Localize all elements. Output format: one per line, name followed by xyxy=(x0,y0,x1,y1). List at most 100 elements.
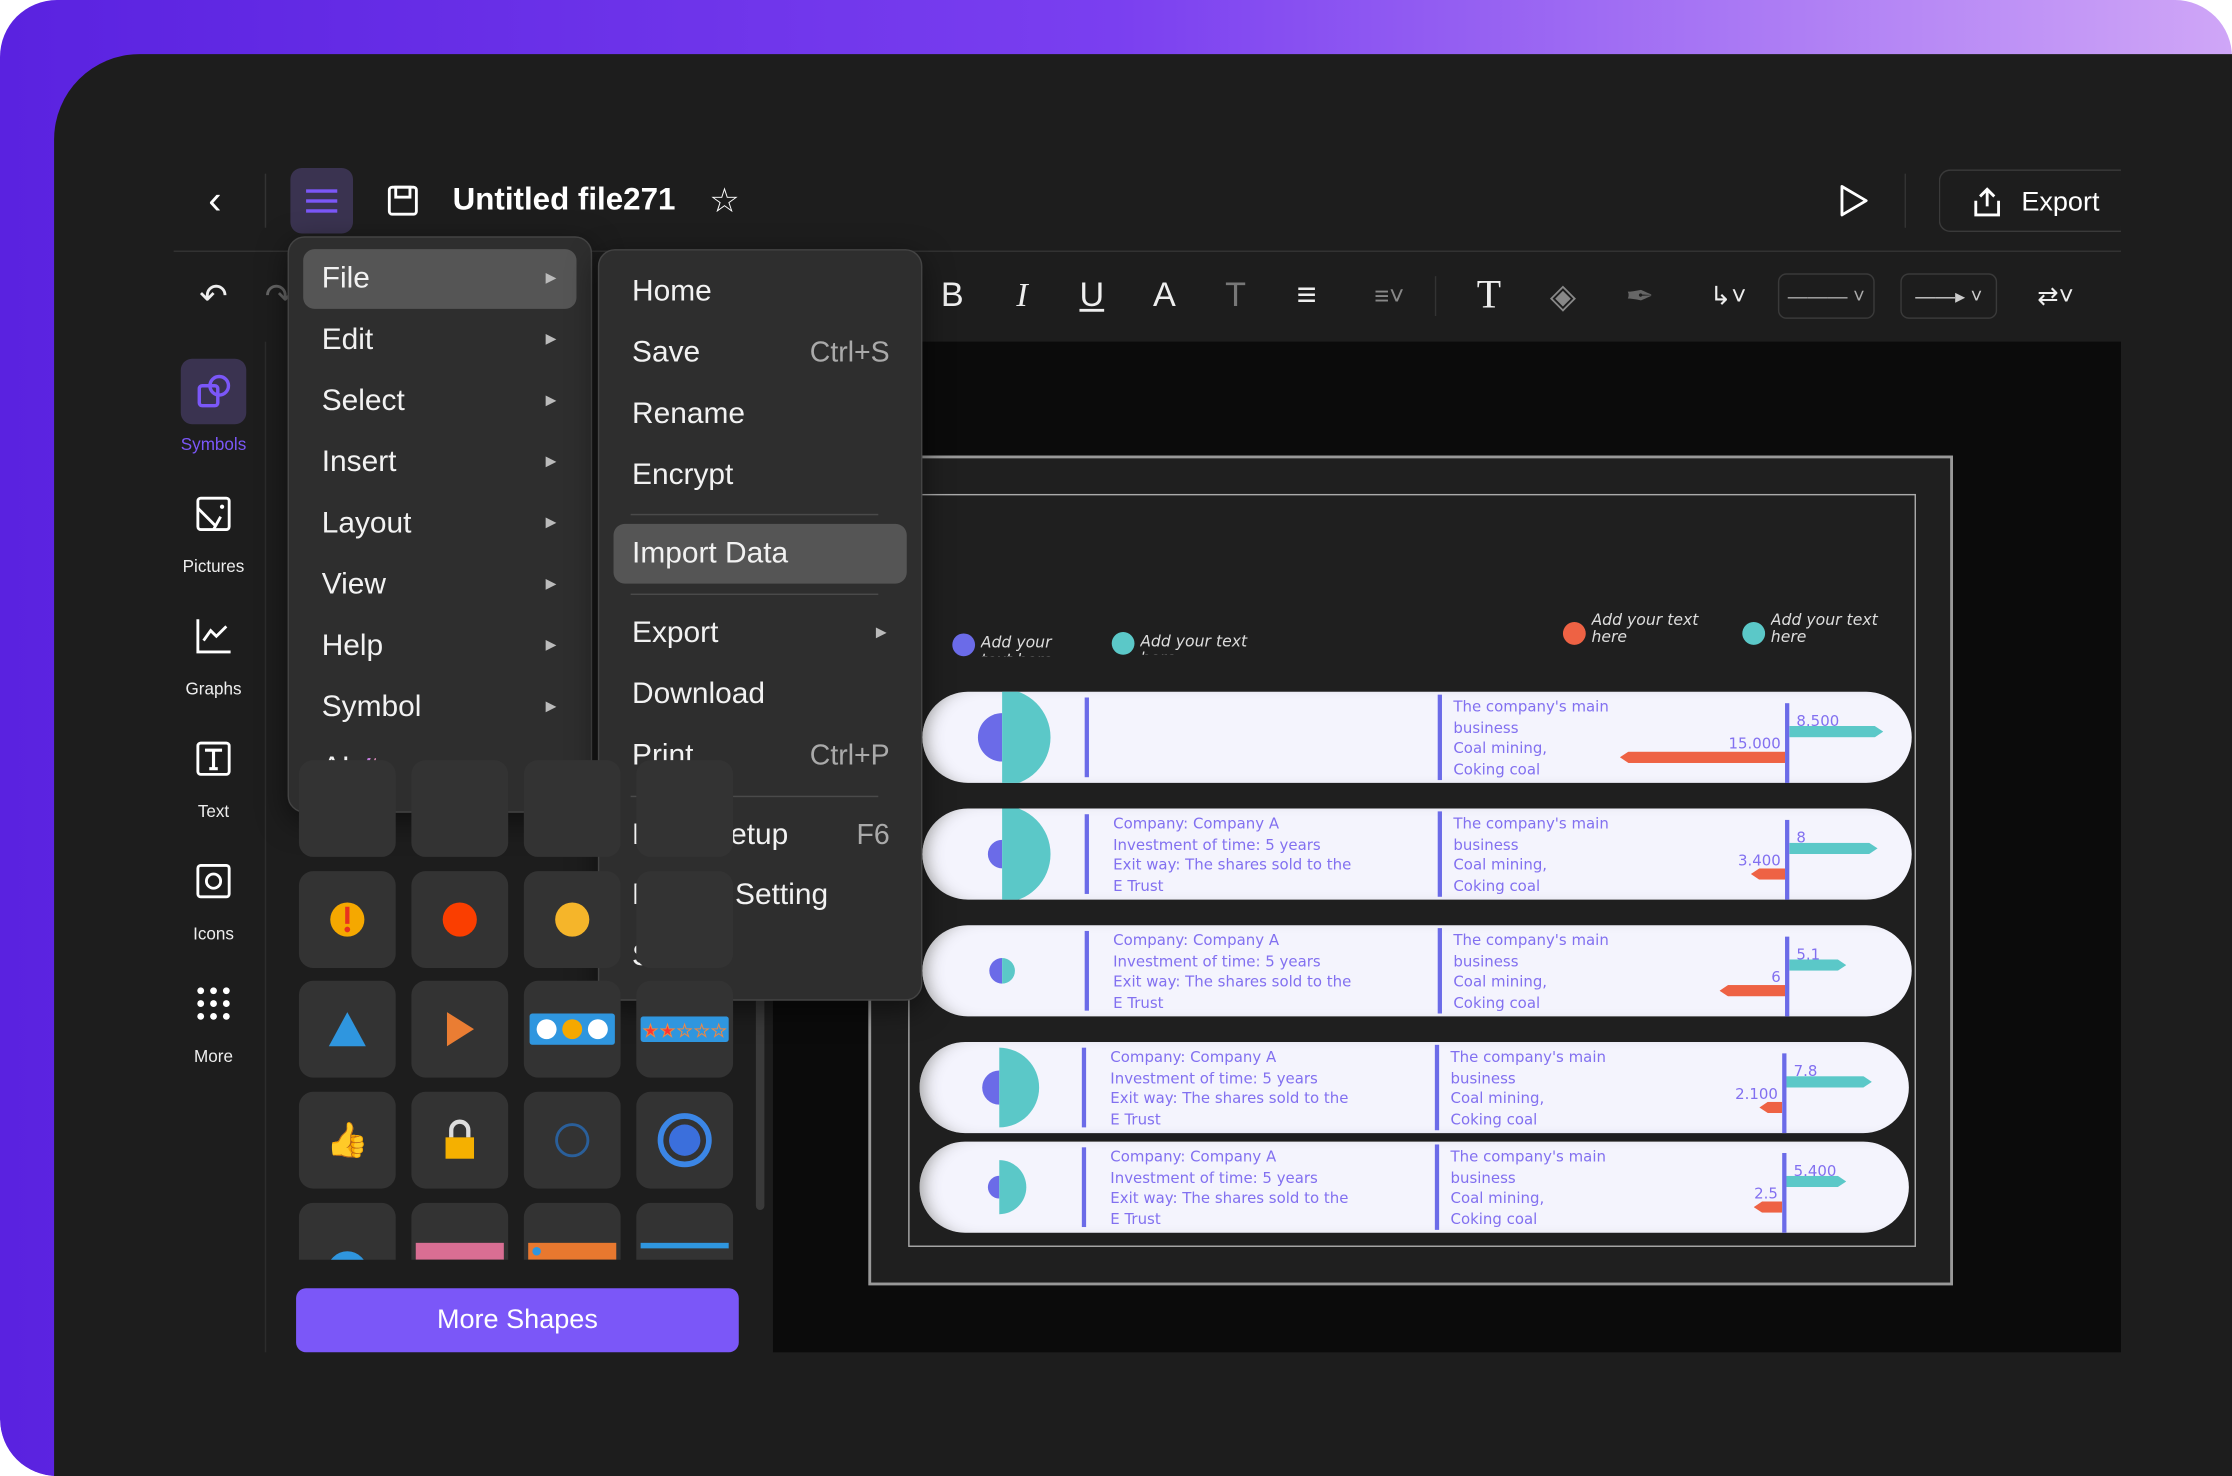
file-menu-item-rename[interactable]: Rename xyxy=(614,384,907,444)
menu-button[interactable] xyxy=(290,167,354,234)
panel-scrollbar[interactable] xyxy=(755,996,765,1210)
save-icon[interactable] xyxy=(386,184,420,218)
menu-item-label: Save xyxy=(632,335,701,369)
file-menu-item-encrypt[interactable]: Encrypt xyxy=(614,446,907,506)
shape-cell[interactable] xyxy=(411,871,509,968)
bold-icon[interactable]: B xyxy=(934,273,971,319)
info-line: Exit way: The shares sold to the xyxy=(1110,1190,1349,1208)
arrow-style-dropdown[interactable]: ——▸ ˅ xyxy=(1900,273,1998,319)
company-info: Company: Company A Investment of time: 5 … xyxy=(1113,931,1351,1014)
italic-icon[interactable]: I xyxy=(1004,273,1041,319)
business-info: The company's main business Coal mining, Co… xyxy=(1453,931,1608,1014)
shape-cell[interactable] xyxy=(636,760,734,857)
underline-icon[interactable]: U xyxy=(1073,273,1110,319)
shape-cell[interactable] xyxy=(523,760,621,857)
diagram-row[interactable]: Company: Company A Investment of time: 5 … xyxy=(919,1141,1909,1233)
left-value: 2.100 xyxy=(1735,1086,1778,1104)
rail-item-text[interactable]: Text xyxy=(174,726,254,821)
rail-item-icons[interactable]: Icons xyxy=(174,848,254,944)
shape-cell[interactable] xyxy=(523,1202,621,1260)
diagram-row[interactable]: The company's main business Coal mining, Co… xyxy=(922,691,1912,783)
connector-dropdown[interactable]: ↳˅ xyxy=(1700,273,1757,319)
diagram-row[interactable]: Company: Company A Investment of time: 5 … xyxy=(922,925,1912,1017)
axis-line xyxy=(1785,936,1790,1017)
info-line: Company: Company A xyxy=(1110,1148,1277,1166)
shape-cell[interactable] xyxy=(523,1091,621,1189)
diagram-row[interactable]: Company: Company A Investment of time: 5 … xyxy=(922,808,1912,900)
play-icon[interactable] xyxy=(1835,181,1872,221)
file-menu-item-download[interactable]: Download xyxy=(614,665,907,725)
business-line: Coal mining, xyxy=(1450,1090,1545,1108)
menu-item-help[interactable]: Help ▶ xyxy=(303,616,576,676)
menu-item-select[interactable]: Select ▶ xyxy=(303,372,576,432)
business-line: business xyxy=(1453,836,1519,854)
text-style-icon[interactable]: T xyxy=(1217,273,1254,319)
rail-item-pictures[interactable]: Pictures xyxy=(174,481,254,577)
file-menu-item-home[interactable]: Home xyxy=(614,262,907,322)
right-value: 8.500 xyxy=(1796,713,1840,731)
undo-icon[interactable]: ↶ xyxy=(194,273,234,319)
menu-item-layout[interactable]: Layout ▶ xyxy=(303,494,576,554)
menu-item-insert[interactable]: Insert ▶ xyxy=(303,433,576,493)
menu-item-label: Help xyxy=(321,629,384,662)
font-color-icon[interactable]: A xyxy=(1146,273,1183,319)
menu-item-view[interactable]: View ▶ xyxy=(303,555,576,615)
info-line: Company: Company A xyxy=(1113,815,1280,833)
shape-cell[interactable] xyxy=(636,871,734,968)
line-spacing-dropdown[interactable]: ≡˅ xyxy=(1358,273,1421,319)
menu-item-label: Import Data xyxy=(632,536,789,570)
shape-cell[interactable] xyxy=(411,980,509,1078)
shape-cell[interactable] xyxy=(298,980,396,1078)
divider xyxy=(264,173,267,228)
business-line: Coal mining, xyxy=(1453,740,1548,758)
business-line: Coking coal xyxy=(1450,1111,1538,1129)
business-line: business xyxy=(1450,1069,1516,1087)
shape-cell[interactable] xyxy=(636,1202,734,1260)
shape-cell[interactable] xyxy=(523,980,621,1078)
more-shapes-button[interactable]: More Shapes xyxy=(296,1288,739,1353)
star-icon[interactable]: ☆ xyxy=(706,181,743,219)
back-chevron-icon[interactable]: ‹ xyxy=(196,178,233,222)
submenu-arrow-icon: ▶ xyxy=(545,637,557,654)
rail-item-graphs[interactable]: Graphs xyxy=(174,604,254,699)
fill-icon[interactable]: ◈ xyxy=(1543,273,1583,319)
export-label: Export xyxy=(2021,187,2100,218)
shape-cell[interactable]: 👍 xyxy=(298,1091,396,1189)
warning-icon xyxy=(327,900,367,940)
shape-cell[interactable] xyxy=(298,1202,396,1260)
align-icon[interactable]: ≡ xyxy=(1287,273,1327,319)
legend-label[interactable]: Add your text here xyxy=(1140,633,1260,654)
rail-item-label: Pictures xyxy=(182,556,245,577)
legend-label[interactable]: Add your text here xyxy=(1591,612,1719,649)
svg-text:★: ★ xyxy=(694,1021,709,1040)
shape-cell[interactable] xyxy=(411,760,509,857)
shape-cell[interactable] xyxy=(298,871,396,968)
shape-cell[interactable] xyxy=(523,871,621,968)
file-menu-item-save[interactable]: Save Ctrl+S xyxy=(614,323,907,383)
info-line: Investment of time: 5 years xyxy=(1113,953,1321,971)
shape-cell[interactable] xyxy=(298,760,396,857)
shape-cell[interactable] xyxy=(411,1202,509,1260)
menu-item-file[interactable]: File ▶ xyxy=(303,249,577,309)
file-menu-item-export[interactable]: Export ▶ xyxy=(614,604,907,664)
diagram-row[interactable]: Company: Company A Investment of time: 5 … xyxy=(919,1041,1909,1134)
text-tool-icon[interactable]: T xyxy=(1469,273,1509,319)
menu-separator xyxy=(630,513,879,516)
menu-item-symbol[interactable]: Symbol ▶ xyxy=(303,678,576,738)
rail-item-more[interactable]: More xyxy=(174,971,254,1066)
business-line: Coking coal xyxy=(1453,877,1541,895)
line-weight-dropdown[interactable]: ⇄˅ xyxy=(2024,273,2087,319)
line-style-dropdown[interactable]: ——— ˅ xyxy=(1777,273,1875,319)
file-title[interactable]: Untitled file271 xyxy=(453,181,676,218)
rail-item-symbols[interactable]: Symbols xyxy=(174,358,254,454)
export-button[interactable]: Export xyxy=(1938,169,2121,233)
divider xyxy=(1081,1047,1087,1128)
shape-cell[interactable] xyxy=(411,1091,509,1189)
legend-label[interactable]: Add your text here xyxy=(1771,612,1899,649)
file-menu-item-import-data[interactable]: Import Data xyxy=(613,523,907,584)
shape-cell[interactable] xyxy=(636,1091,734,1189)
legend-label[interactable]: Add your text here xyxy=(981,635,1064,656)
menu-item-edit[interactable]: Edit ▶ xyxy=(303,310,576,370)
shape-cell[interactable]: ★ ★ ★ ★ ★ xyxy=(636,980,734,1078)
brush-icon[interactable]: ✒ xyxy=(1620,273,1660,319)
